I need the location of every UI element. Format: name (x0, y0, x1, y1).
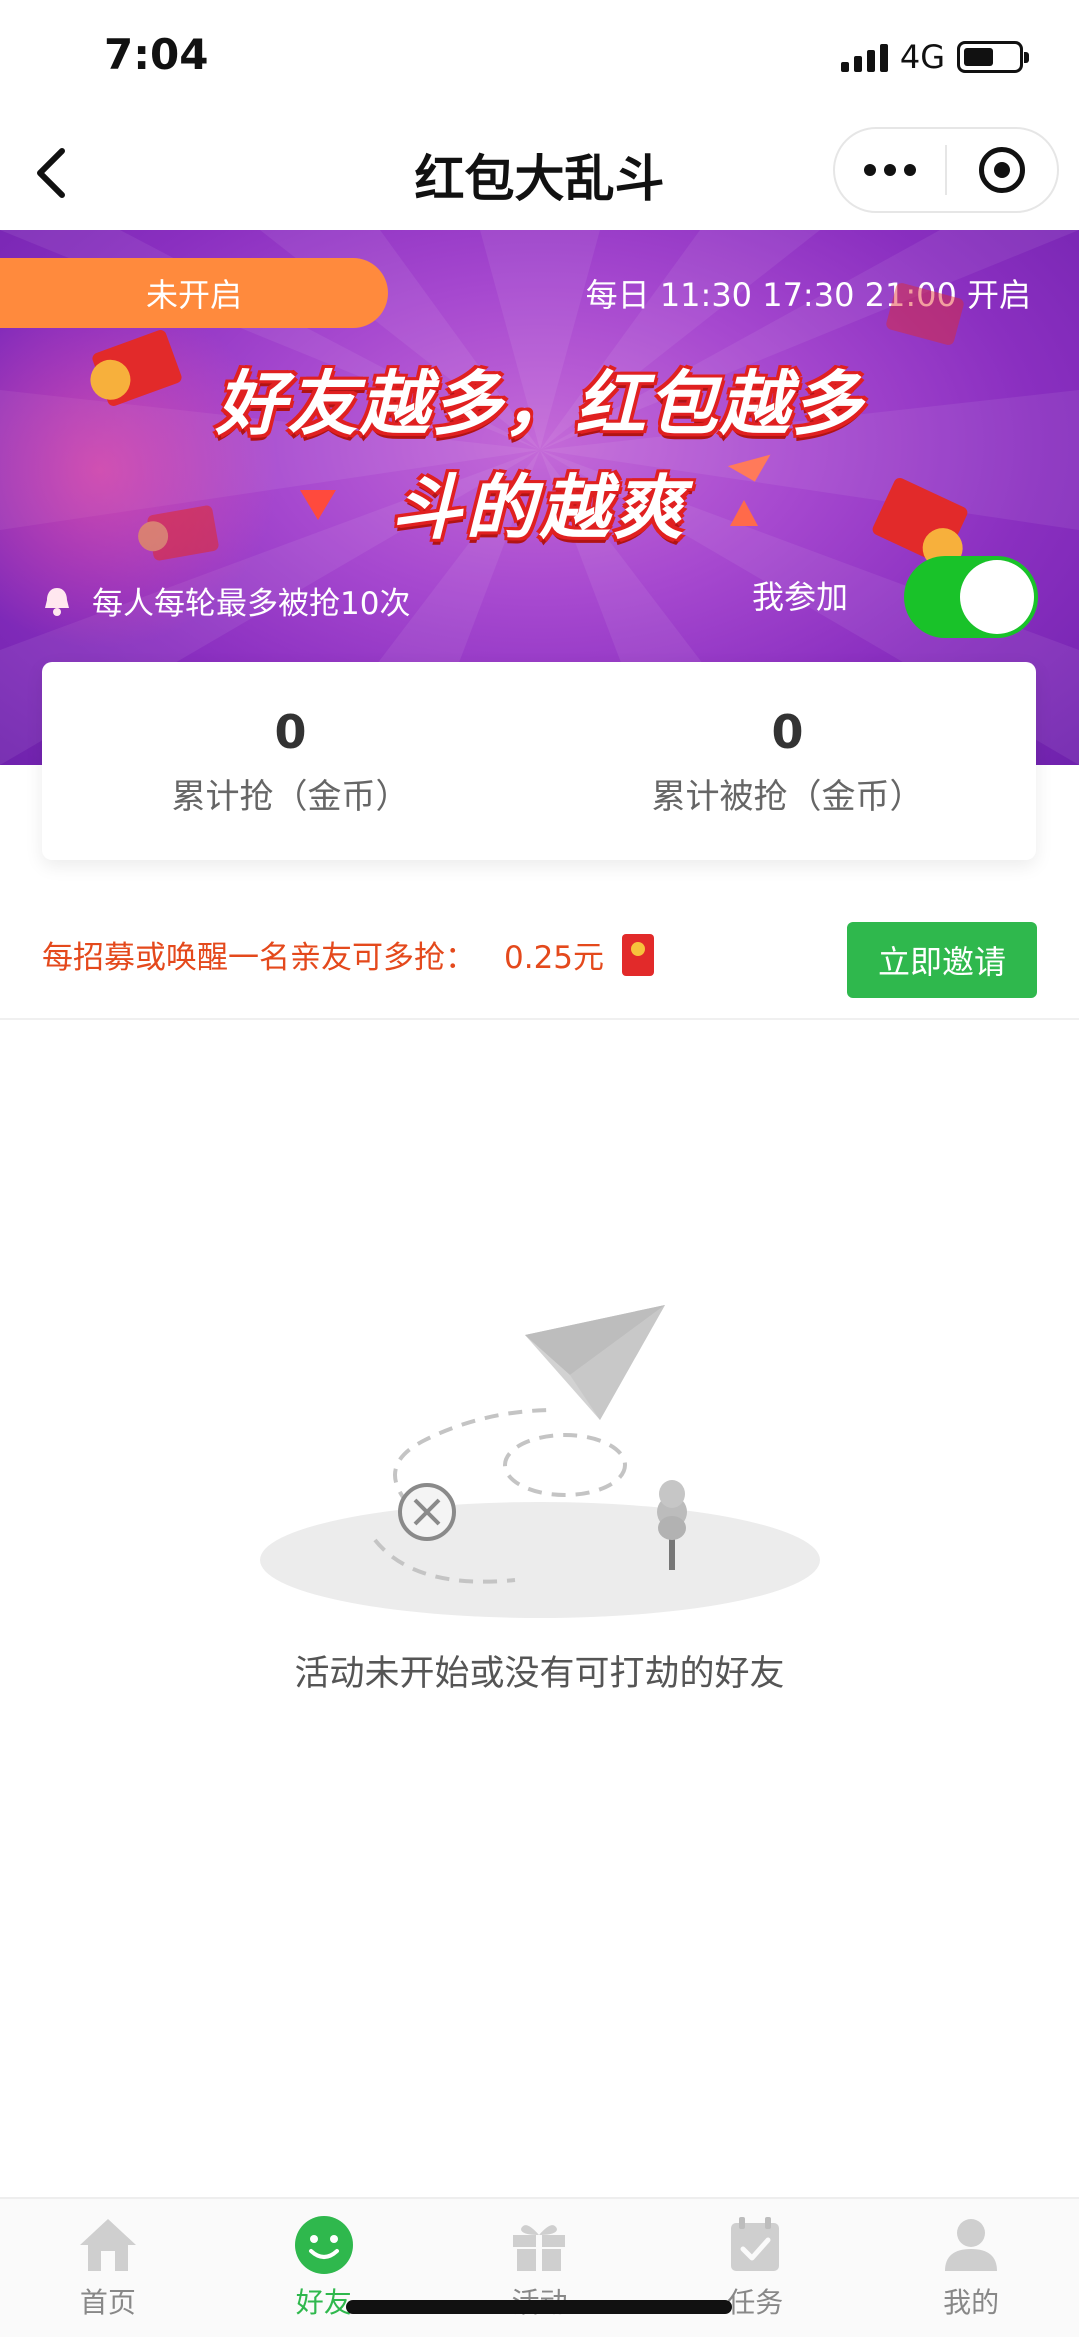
tab-tasks-label: 任务 (727, 2286, 784, 2319)
stat-grabbed-label: 累计抢（金币） (171, 776, 410, 817)
battery-icon (957, 41, 1029, 73)
status-bar: 7:04 4G (0, 0, 1079, 115)
network-label: 4G (899, 38, 945, 76)
red-envelope-icon (622, 933, 655, 976)
rule-text: 每人每轮最多被抢10次 (92, 586, 411, 622)
stat-robbed-label: 累计被抢（金币） (651, 776, 924, 817)
stat-grabbed: 0 累计抢（金币） (42, 662, 539, 860)
home-indicator[interactable] (346, 2300, 732, 2314)
banner-slogan-line2: 斗的越爽 (391, 467, 688, 549)
toggle-knob (960, 560, 1034, 634)
tab-friends[interactable]: 好友 (216, 2199, 432, 2337)
more-icon[interactable] (835, 164, 945, 176)
home-icon (79, 2219, 136, 2271)
join-label: 我参加 (752, 578, 849, 616)
calendar-check-icon (731, 2217, 780, 2271)
stat-robbed-value: 0 (771, 704, 804, 759)
tab-activity[interactable]: 活动 (432, 2199, 648, 2337)
paper-plane-illustration (260, 1305, 820, 1618)
tab-tasks[interactable]: 任务 (647, 2199, 863, 2337)
tab-profile-label: 我的 (943, 2286, 1000, 2319)
tab-home-label: 首页 (79, 2286, 136, 2319)
empty-state-text: 活动未开始或没有可打劫的好友 (294, 1654, 785, 1694)
signal-icon (840, 42, 888, 72)
mini-program-capsule (833, 127, 1059, 213)
bell-icon (45, 587, 69, 616)
tab-home[interactable]: 首页 (0, 2199, 216, 2337)
tab-friends-label: 好友 (295, 2286, 352, 2319)
banner-slogan-line1: 好友越多，红包越多 (215, 363, 864, 445)
event-status-badge: 未开启 (0, 258, 388, 328)
stat-grabbed-value: 0 (274, 704, 307, 759)
close-program-icon[interactable] (947, 147, 1057, 193)
invite-button[interactable]: 立即邀请 (847, 922, 1037, 998)
join-toggle[interactable] (904, 556, 1038, 638)
stats-card: 0 累计抢（金币） 0 累计被抢（金币） (42, 662, 1036, 860)
smile-icon (294, 2216, 353, 2274)
user-icon (945, 2219, 998, 2271)
invite-text: 每招募或唤醒一名亲友可多抢： (42, 940, 476, 976)
tab-profile[interactable]: 我的 (863, 2199, 1079, 2337)
event-schedule: 每日 11:30 17:30 21:00 开启 (585, 276, 1031, 314)
stat-robbed: 0 累计被抢（金币） (539, 662, 1036, 860)
gift-icon (513, 2225, 566, 2271)
status-time: 7:04 (104, 30, 209, 79)
invite-row: 每招募或唤醒一名亲友可多抢： 0.25元 立即邀请 (0, 890, 1079, 1020)
rule-row: 每人每轮最多被抢10次 (40, 578, 410, 623)
nav-bar: 红包大乱斗 (0, 115, 1079, 230)
status-indicators: 4G (840, 38, 1029, 76)
tab-bar: 首页 好友 活动 任务 我的 (0, 2197, 1079, 2337)
invite-amount: 0.25元 (504, 940, 605, 976)
invite-text-group: 每招募或唤醒一名亲友可多抢： 0.25元 (42, 932, 655, 977)
